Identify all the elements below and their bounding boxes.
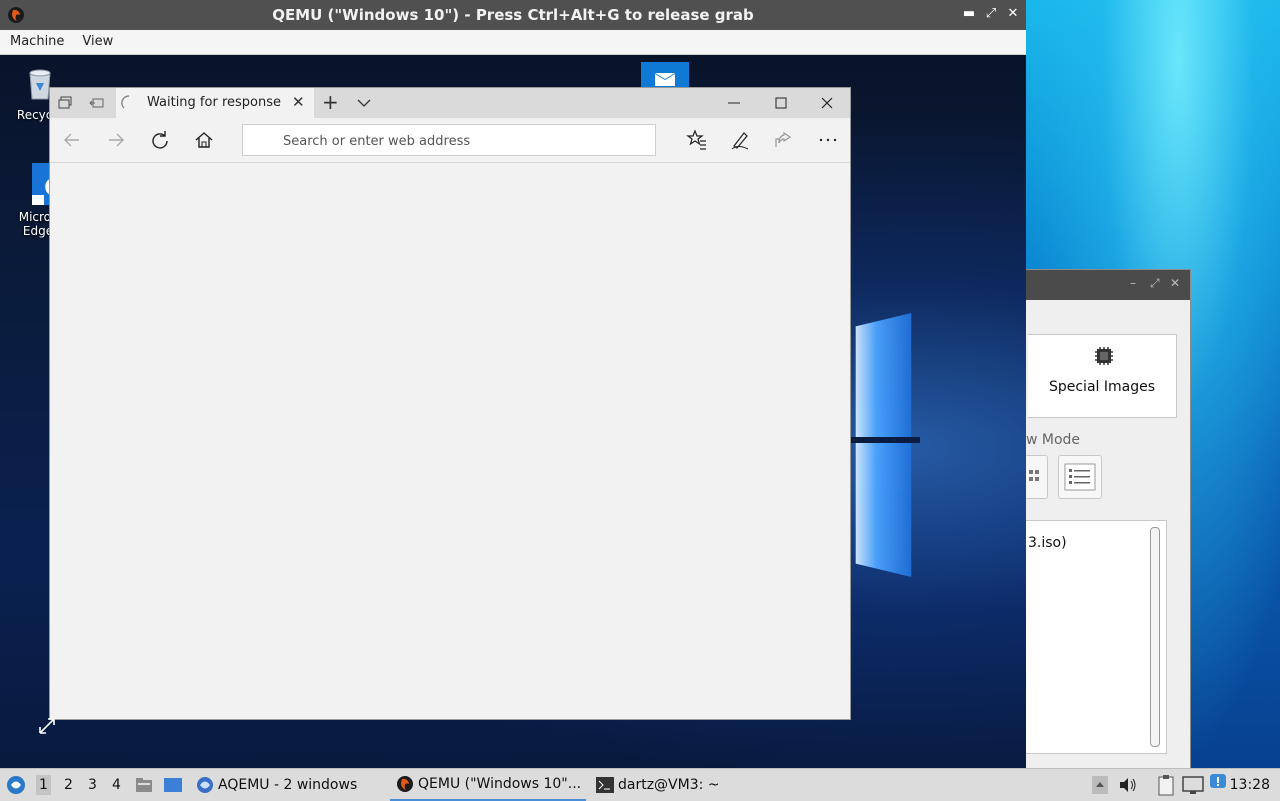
view-mode-label: w Mode (1026, 432, 1081, 448)
tab-preview-icon[interactable] (57, 95, 73, 111)
volume-icon[interactable] (1118, 776, 1138, 794)
maximize-icon[interactable] (773, 95, 793, 111)
set-aside-tabs-icon[interactable] (89, 95, 105, 111)
icon-view-button[interactable] (1024, 455, 1048, 499)
show-desktop-icon[interactable] (163, 776, 183, 794)
menu-view[interactable]: View (72, 30, 121, 49)
forward-icon[interactable] (104, 128, 128, 152)
qemu-window: QEMU ("Windows 10") - Press Ctrl+Alt+G t… (0, 0, 1026, 768)
more-icon[interactable] (816, 128, 840, 152)
edge-toolbar (50, 118, 850, 163)
back-icon[interactable] (60, 128, 84, 152)
menu-machine[interactable]: Machine (0, 30, 72, 49)
special-images-label: Special Images (1048, 379, 1156, 395)
clock: 13:28 (1229, 777, 1270, 793)
file-manager-icon[interactable] (135, 776, 153, 794)
device-list[interactable]: 3.iso) (1026, 520, 1167, 754)
workspace-1[interactable]: 1 (36, 775, 51, 795)
loading-spinner-icon (121, 95, 130, 109)
edge-window: Waiting for response fro ✕ + (50, 88, 850, 719)
chip-icon (1095, 347, 1113, 365)
task-terminal[interactable]: dartz@VM3: ~ (596, 769, 720, 801)
workspace-3[interactable]: 3 (88, 777, 97, 793)
edge-tab-bar: Waiting for response fro ✕ + (50, 88, 850, 118)
close-icon[interactable]: ✕ (1170, 276, 1180, 290)
tab-title: Waiting for response fro (147, 95, 284, 110)
qemu-titlebar[interactable]: QEMU ("Windows 10") - Press Ctrl+Alt+G t… (0, 0, 1026, 30)
tray-expand-icon[interactable] (1091, 775, 1109, 795)
address-bar[interactable] (242, 124, 656, 156)
windows-logo-wallpaper (855, 312, 912, 578)
terminal-icon (596, 777, 614, 793)
share-icon[interactable] (771, 128, 795, 152)
list-view-button[interactable] (1058, 455, 1102, 499)
task-label: QEMU ("Windows 10"... (418, 776, 582, 792)
mail-tile-icon[interactable] (641, 62, 689, 88)
special-images-button[interactable]: Special Images (1028, 334, 1177, 418)
pen-icon[interactable] (728, 128, 752, 152)
list-icon (1064, 463, 1096, 491)
qemu-icon (397, 776, 413, 792)
address-input[interactable] (281, 131, 645, 151)
refresh-icon[interactable] (148, 128, 172, 152)
grid-icon (1029, 470, 1039, 481)
maximize-icon[interactable]: ⤢ (984, 6, 998, 21)
page-content-area[interactable] (50, 163, 850, 719)
taskbar: 1 2 3 4 AQEMU - 2 windows QEMU ("Windows… (0, 768, 1280, 801)
resize-cursor-icon (39, 718, 55, 734)
aqemu-window: – ⤢ ✕ Special Images w Mode 3.iso) (1024, 270, 1190, 768)
task-label: AQEMU - 2 windows (218, 777, 358, 793)
task-qemu[interactable]: QEMU ("Windows 10"... (390, 769, 586, 801)
close-icon[interactable] (819, 95, 839, 111)
tab-close-icon[interactable]: ✕ (292, 93, 305, 111)
menubar: Machine View (0, 30, 1026, 55)
scrollbar[interactable] (1150, 527, 1160, 747)
minimize-icon[interactable]: – (1130, 276, 1136, 290)
notification-icon[interactable] (1209, 773, 1227, 791)
home-icon[interactable] (192, 128, 216, 152)
tab-active[interactable]: Waiting for response fro ✕ (116, 88, 314, 118)
minimize-icon[interactable]: ▬ (962, 6, 976, 21)
app-menu-icon[interactable] (6, 775, 26, 795)
workspace-2[interactable]: 2 (64, 777, 73, 793)
network-icon[interactable] (1182, 775, 1204, 795)
task-aqemu[interactable]: AQEMU - 2 windows (196, 769, 357, 801)
list-item[interactable]: 3.iso) (1028, 535, 1067, 551)
chevron-down-icon[interactable] (357, 97, 371, 109)
workspace-4[interactable]: 4 (112, 777, 121, 793)
favorites-icon[interactable] (685, 128, 709, 152)
clipboard-icon[interactable] (1156, 774, 1176, 796)
task-label: dartz@VM3: ~ (618, 777, 720, 793)
new-tab-icon[interactable]: + (322, 90, 339, 114)
aqemu-icon (197, 777, 213, 793)
aqemu-window-titlebar: – ⤢ ✕ (1026, 270, 1190, 300)
maximize-icon[interactable]: ⤢ (1150, 276, 1160, 291)
minimize-icon[interactable] (726, 95, 746, 111)
close-icon[interactable]: ✕ (1006, 6, 1020, 21)
window-title: QEMU ("Windows 10") - Press Ctrl+Alt+G t… (272, 6, 754, 24)
